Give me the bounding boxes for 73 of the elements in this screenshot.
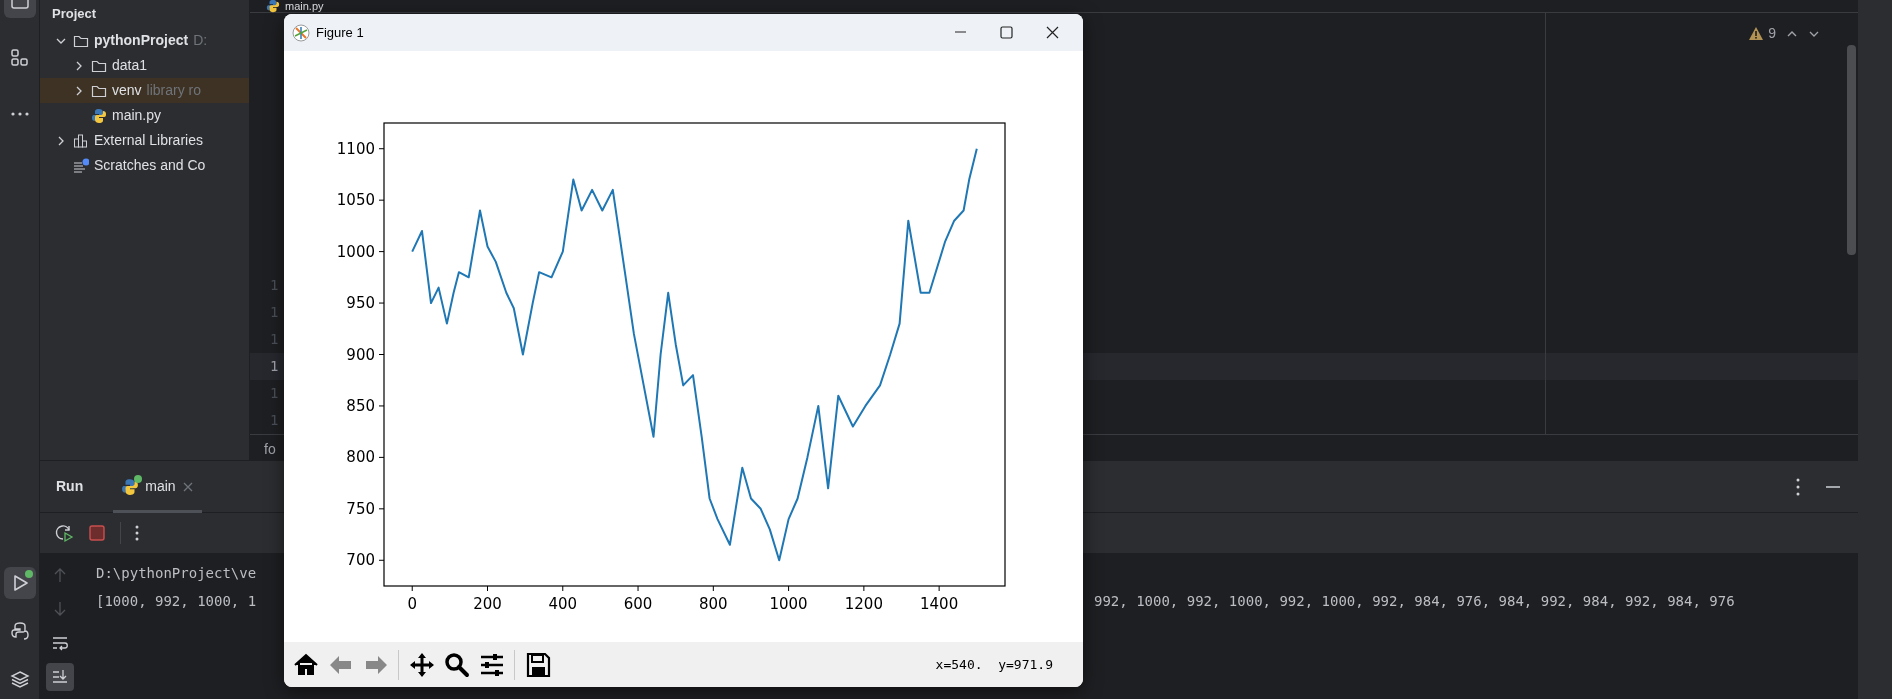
soft-wrap-icon [51,634,69,652]
sliders-icon[interactable] [478,651,505,678]
structure-icon [9,48,30,68]
item-label: main.py [112,106,162,125]
item-label: venv [112,81,142,100]
window-title: Figure 1 [316,23,364,42]
tab-label: main.py [285,0,324,12]
item-label: pythonProject [94,31,189,50]
x-tick-label: 0 [407,595,417,613]
tree-item[interactable]: pythonProject D: [40,28,249,53]
tree-item[interactable]: data1 [40,53,249,78]
rerun-icon[interactable] [54,523,74,543]
search-icon[interactable] [443,651,470,678]
warning-count: 9 [1768,24,1776,43]
item-hint: library ro [146,81,202,100]
x-tick-label: 1400 [920,595,959,613]
y-tick-label: 900 [346,345,375,364]
tree-item[interactable]: main.py [40,103,249,128]
move-icon[interactable] [408,651,435,678]
panel-title: Run [56,477,84,496]
item-hint: D: [193,31,208,50]
console-line: D:\pythonProject\ve [96,563,257,583]
more-icon[interactable] [135,525,139,541]
scroll-to-end-icon [51,668,69,686]
x-tick-label: 200 [473,595,502,613]
save-icon[interactable] [524,651,551,678]
warning-icon [1748,26,1765,41]
y-tick-label: 700 [346,551,375,570]
x-tick-label: 800 [699,595,728,613]
library-icon [73,132,89,149]
console-line: 992, 1000, 992, 1000, 992, 1000, 992, 984, 976, 984, 992, 984, 992, 984, 976 [1094,591,1735,611]
x-tick-label: 400 [548,595,578,613]
layers-icon [9,669,30,689]
panel-title: Project [51,5,98,23]
tool-window-button[interactable] [3,567,36,599]
y-tick-label: 1050 [336,191,375,210]
tree-item[interactable]: External Libraries [40,128,249,153]
app-icon [292,23,310,42]
x-tick-label: 1000 [769,595,808,613]
y-tick-label: 750 [346,499,375,518]
y-tick-label: 950 [346,294,375,313]
line-number: 1 [270,357,279,376]
y-tick-label: 1000 [336,242,375,261]
item-label: Scratches and Co [94,156,206,175]
x-tick-label: 1200 [844,595,883,613]
item-label: External Libraries [94,131,203,150]
y-tick-label: 800 [346,448,375,467]
python-file-icon [266,0,280,13]
maximize-icon[interactable] [997,24,1015,41]
stop-icon[interactable] [88,524,106,542]
x-tick-label: 600 [623,595,653,613]
console-tool-button[interactable] [46,663,74,691]
warning-indicator[interactable]: 9 [1748,23,1776,44]
python-file-icon [91,107,107,124]
y-tick-label: 850 [346,396,375,415]
breadcrumb[interactable]: fo [264,441,276,457]
home-icon[interactable] [292,651,319,678]
y-tick-label: 1100 [336,139,375,158]
more-icon[interactable] [1796,477,1800,496]
scrollbar-thumb[interactable] [1847,45,1856,255]
running-indicator-icon [24,570,33,578]
scratches-icon [73,157,89,174]
python-file-icon [121,477,140,496]
tree-item[interactable]: venv library ro [40,78,249,103]
item-label: data1 [112,56,148,75]
python-icon [9,621,30,641]
more-icon [10,112,29,116]
run-tab[interactable]: main [113,460,202,513]
editor-tab[interactable]: main.py [250,0,1858,13]
running-indicator-icon [134,474,143,483]
tree-item[interactable]: Scratches and Co [40,153,249,178]
console-line: [1000, 992, 1000, 1 [96,591,257,611]
cursor-coordinates: x=540. y=971.9 [935,655,1053,674]
